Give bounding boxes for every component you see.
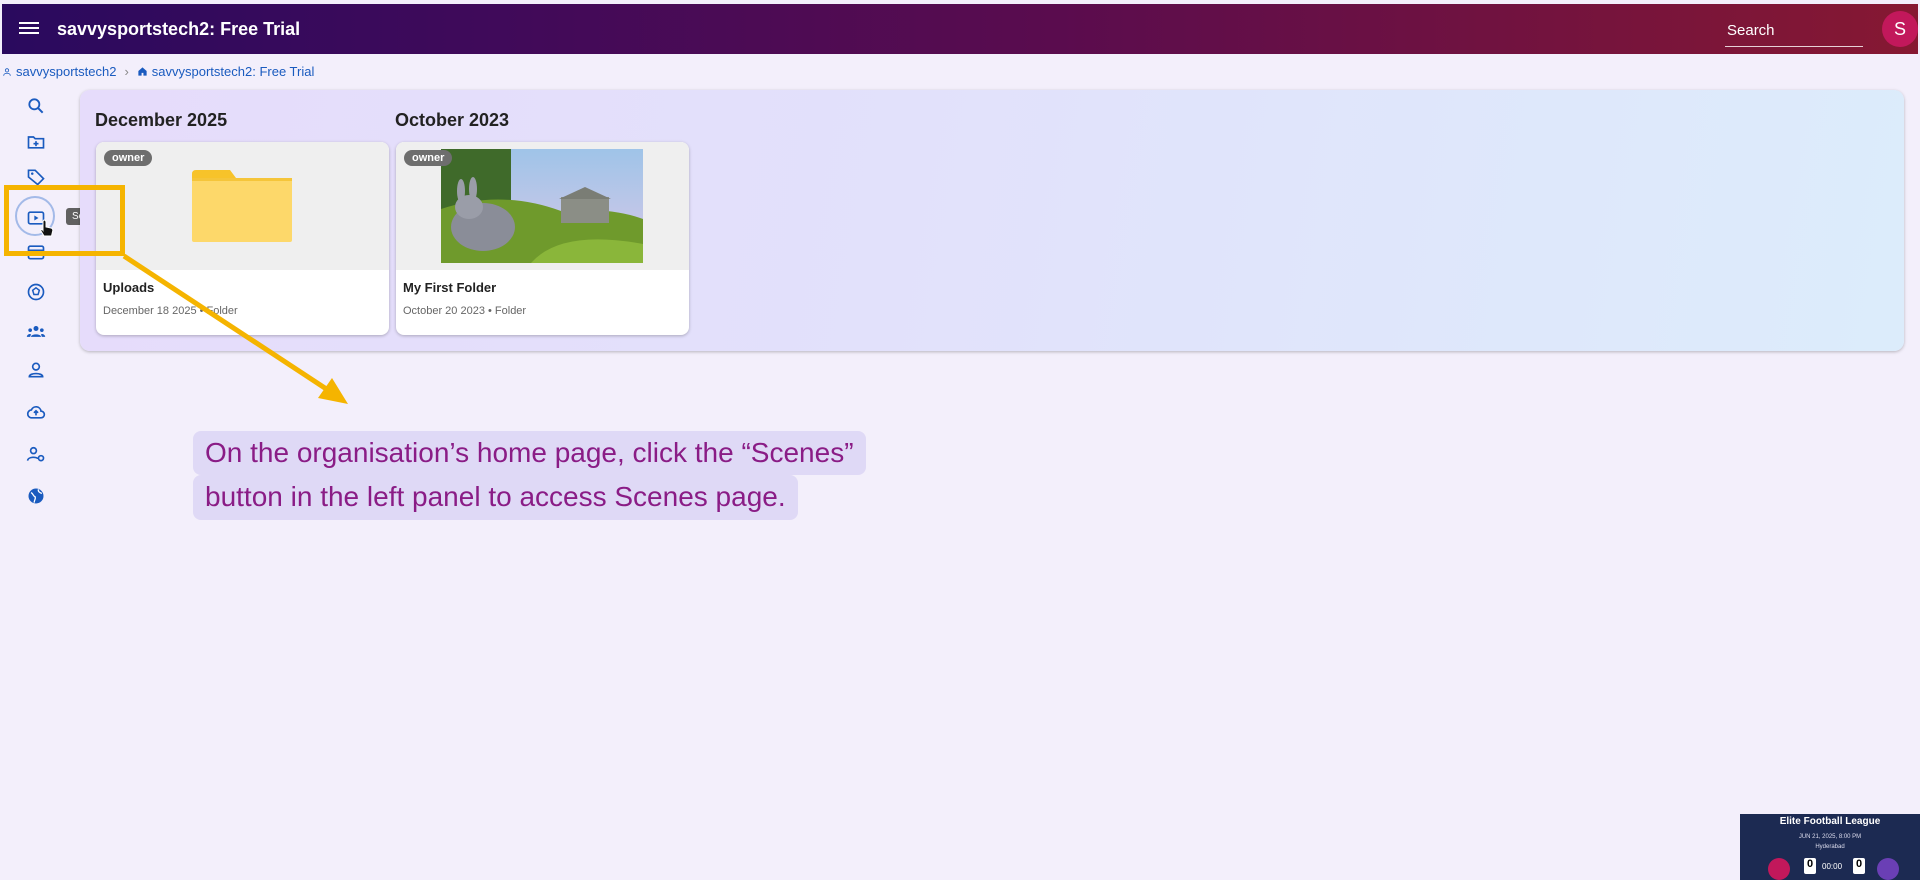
- league-title: Elite Football League: [1779, 816, 1881, 827]
- instruction-line: On the organisation’s home page, click t…: [193, 431, 866, 476]
- video-overlay-thumbnail[interactable]: Elite Football League JUN 21, 2025, 8:00…: [1740, 814, 1920, 880]
- instruction-caption: On the organisation’s home page, click t…: [193, 431, 866, 520]
- team-a-logo: [1768, 858, 1790, 880]
- team-b-score: 0: [1853, 858, 1865, 874]
- instruction-line: button in the left panel to access Scene…: [193, 475, 798, 520]
- team-b-logo: [1877, 858, 1899, 880]
- match-city: Hyderabad: [1815, 844, 1845, 850]
- match-clock: 00:00: [1822, 862, 1843, 871]
- team-a-score: 0: [1804, 858, 1816, 874]
- match-date: JUN 21, 2025, 8:00 PM: [1798, 834, 1862, 840]
